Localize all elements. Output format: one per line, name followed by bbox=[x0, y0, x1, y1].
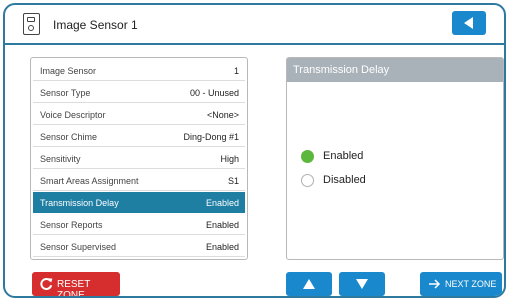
move-down-button[interactable] bbox=[339, 272, 385, 296]
list-item-value: Enabled bbox=[205, 220, 239, 230]
list-item-value: Enabled bbox=[205, 198, 239, 208]
option-label: Enabled bbox=[323, 150, 364, 162]
list-item-sensitivity[interactable]: Sensitivity High bbox=[33, 148, 245, 169]
list-item-label: Sensor Chime bbox=[40, 132, 98, 142]
arrow-up-icon bbox=[303, 279, 315, 289]
list-item-value: Ding-Dong #1 bbox=[183, 132, 239, 142]
sensor-lens bbox=[27, 17, 35, 22]
sensor-camera bbox=[28, 25, 34, 31]
list-item-label: Sensor Reports bbox=[40, 220, 103, 230]
header-bar: Image Sensor 1 bbox=[5, 5, 504, 45]
list-item-transmission-delay[interactable]: Transmission Delay Enabled bbox=[33, 192, 245, 213]
detail-title: Transmission Delay bbox=[293, 64, 390, 76]
list-item-label: Sensor Supervised bbox=[40, 242, 117, 252]
detail-title-bar: Transmission Delay bbox=[287, 58, 503, 82]
sensor-settings-list: Image Sensor 1 Sensor Type 00 - Unused V… bbox=[30, 57, 248, 260]
list-item-value: High bbox=[220, 154, 239, 164]
refresh-icon bbox=[40, 278, 53, 290]
image-sensor-icon bbox=[23, 13, 40, 35]
move-up-button[interactable] bbox=[286, 272, 332, 296]
list-item-value: 00 - Unused bbox=[189, 88, 239, 98]
radio-enabled-selected[interactable] bbox=[301, 150, 314, 163]
list-item-value: Enabled bbox=[205, 242, 239, 252]
list-item-label: Sensor Type bbox=[40, 88, 91, 98]
list-item-voice-descriptor[interactable]: Voice Descriptor <None> bbox=[33, 104, 245, 125]
list-item-label: Voice Descriptor bbox=[40, 110, 106, 120]
list-item-label: Transmission Delay bbox=[40, 198, 119, 208]
reset-zone-button[interactable]: RESET ZONE bbox=[32, 272, 120, 296]
list-item-sensor-supervised[interactable]: Sensor Supervised Enabled bbox=[33, 236, 245, 257]
list-item-value: <None> bbox=[206, 110, 239, 120]
list-item-sensor-type[interactable]: Sensor Type 00 - Unused bbox=[33, 82, 245, 103]
list-item-value: 1 bbox=[233, 66, 239, 76]
list-item-label: Image Sensor bbox=[40, 66, 97, 76]
app-frame: Image Sensor 1 Image Sensor 1 Sensor Typ… bbox=[3, 3, 506, 298]
list-item-image-sensor[interactable]: Image Sensor 1 bbox=[33, 60, 245, 81]
arrow-down-icon bbox=[356, 279, 368, 289]
list-item-sensor-chime[interactable]: Sensor Chime Ding-Dong #1 bbox=[33, 126, 245, 147]
list-item-smart-areas[interactable]: Smart Areas Assignment S1 bbox=[33, 170, 245, 191]
list-item-value: S1 bbox=[227, 176, 239, 186]
next-zone-label: NEXT ZONE bbox=[445, 279, 497, 289]
option-label: Disabled bbox=[323, 174, 366, 186]
arrow-right-icon bbox=[429, 279, 441, 289]
list-item-sensor-reports[interactable]: Sensor Reports Enabled bbox=[33, 214, 245, 235]
radio-disabled[interactable] bbox=[301, 174, 314, 187]
reset-zone-label: RESET ZONE bbox=[57, 279, 91, 298]
next-zone-button[interactable]: NEXT ZONE bbox=[420, 272, 502, 296]
list-item-label: Smart Areas Assignment bbox=[40, 176, 139, 186]
page-title: Image Sensor 1 bbox=[53, 18, 138, 32]
back-arrow-icon bbox=[464, 17, 473, 29]
back-button[interactable] bbox=[452, 11, 486, 35]
transmission-delay-panel: Transmission Delay Enabled Disabled bbox=[286, 57, 504, 260]
list-item-label: Sensitivity bbox=[40, 154, 81, 164]
